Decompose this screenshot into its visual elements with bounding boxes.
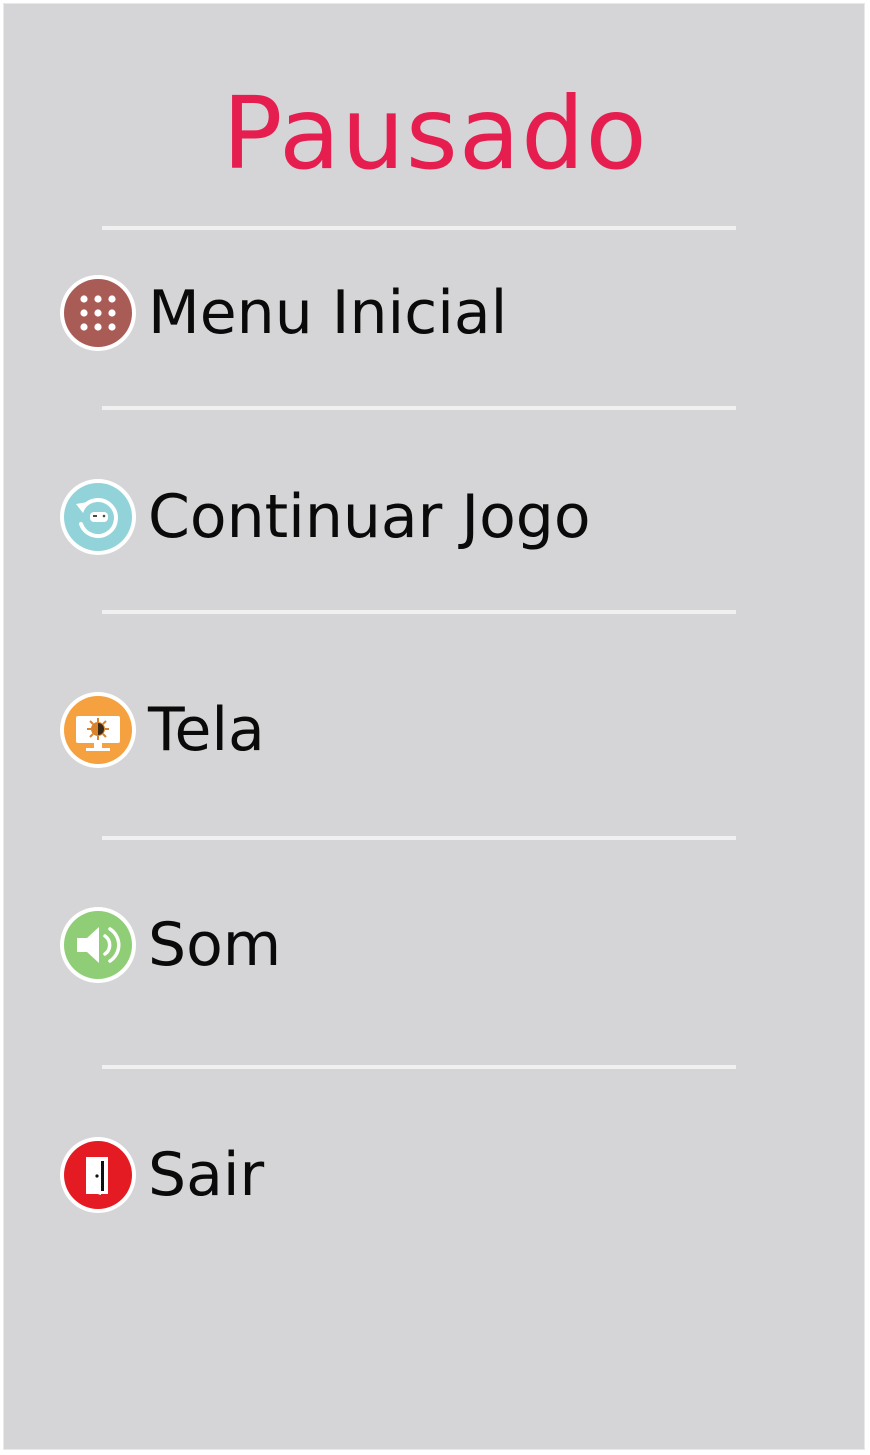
menu-item-label: Continuar Jogo — [148, 482, 591, 552]
divider — [102, 406, 736, 410]
speaker-icon — [60, 907, 136, 983]
menu-item-label: Menu Inicial — [148, 278, 508, 348]
page-title: Pausado — [222, 75, 648, 192]
grid-dots-icon — [60, 275, 136, 351]
divider — [102, 226, 736, 230]
menu-item-label: Sair — [148, 1140, 265, 1210]
monitor-brightness-icon — [60, 692, 136, 768]
pause-menu-panel: Pausado Menu Inicial Continuar Jogo Tela… — [3, 3, 865, 1450]
menu-item-exit[interactable]: Sair — [60, 1135, 740, 1215]
menu-item-label: Tela — [148, 695, 265, 765]
resume-game-icon — [60, 479, 136, 555]
divider — [102, 836, 736, 840]
menu-item-main-menu[interactable]: Menu Inicial — [60, 273, 740, 353]
divider — [102, 1065, 736, 1069]
menu-item-continue-game[interactable]: Continuar Jogo — [60, 477, 740, 557]
exit-door-icon — [60, 1137, 136, 1213]
menu-item-label: Som — [148, 910, 282, 980]
divider — [102, 610, 736, 614]
menu-item-screen[interactable]: Tela — [60, 690, 740, 770]
menu-item-sound[interactable]: Som — [60, 905, 740, 985]
